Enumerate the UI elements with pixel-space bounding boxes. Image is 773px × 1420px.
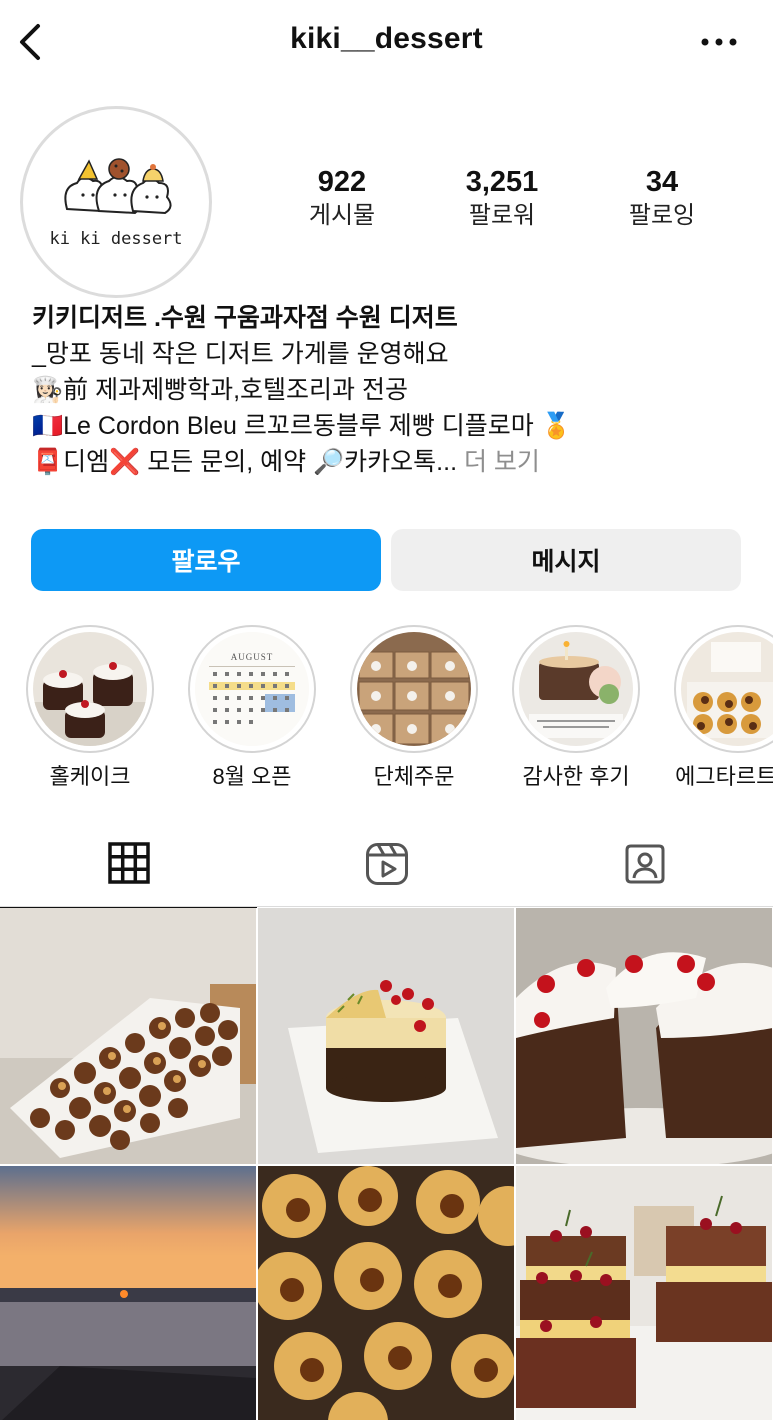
grid-post[interactable] — [0, 1166, 256, 1420]
bio-line-4-dm: 디엠 — [63, 448, 110, 476]
highlight-august-open[interactable]: AUGUST 8월 오픈 — [187, 625, 317, 791]
username-title: kiki__dessert — [290, 22, 483, 55]
highlight-label: 8월 오픈 — [212, 764, 292, 789]
post-image — [0, 1166, 256, 1420]
post-image — [516, 908, 772, 1164]
highlight-egg-tart[interactable]: 에그타르트 ... — [673, 625, 773, 791]
highlight-image — [357, 632, 471, 746]
bio-line-2-text: 前 제과제빵학과,호텔조리과 전공 — [63, 376, 408, 404]
following-count-value: 34 — [645, 166, 679, 198]
post-image — [258, 1166, 514, 1420]
posts-count-value: 922 — [317, 166, 367, 198]
highlight-whole-cake[interactable]: 홀케이크 — [25, 625, 155, 791]
more-options-button[interactable] — [699, 24, 739, 60]
grid-post[interactable] — [258, 1166, 514, 1420]
avatar: ki ki dessert — [31, 117, 201, 287]
magnifier-emoji-icon: 🔎 — [313, 448, 345, 476]
grid-post[interactable] — [258, 908, 514, 1164]
tab-posts-grid[interactable] — [0, 820, 257, 908]
dessert-logo-icon — [64, 158, 172, 215]
bio-more-link[interactable]: 더 보기 — [457, 448, 540, 476]
profile-avatar-ring[interactable]: ki ki dessert — [20, 106, 212, 298]
highlight-ring — [26, 625, 154, 753]
post-image — [516, 1166, 772, 1420]
tagged-person-icon — [625, 844, 664, 884]
bio-line-4-text: 모든 문의, 예약 — [140, 448, 314, 476]
story-highlights: 홀케이크 AUGUST 8월 오픈 단체주문 감사한 후기 에그타르트 — [0, 625, 773, 795]
highlight-image — [681, 632, 773, 746]
grid-icon — [107, 842, 150, 884]
bio-line-4: 📮디엠❌ 모든 문의, 예약 🔎카카오톡... 더 보기 — [32, 444, 752, 480]
reels-icon — [365, 843, 408, 885]
message-button[interactable]: 메시지 — [391, 529, 741, 591]
highlight-ring — [512, 625, 640, 753]
posts-count-label: 게시물 — [308, 202, 376, 229]
top-bar: kiki__dessert — [0, 0, 773, 84]
bio-line-3: 🇫🇷Le Cordon Bleu 르꼬르동블루 제빵 디플로마 🏅 — [32, 408, 752, 444]
highlight-image — [33, 632, 147, 746]
profile-tabs — [0, 820, 773, 908]
highlight-ring: AUGUST — [188, 625, 316, 753]
followers-count[interactable]: 3,251 팔로워 — [422, 164, 582, 244]
posts-count[interactable]: 922 게시물 — [262, 164, 422, 244]
highlight-ring — [350, 625, 478, 753]
chef-emoji-icon: 👩🏻‍🍳 — [32, 376, 64, 404]
medal-icon: 🏅 — [540, 412, 572, 440]
more-horizontal-icon — [701, 38, 737, 46]
follow-button[interactable]: 팔로우 — [31, 529, 381, 591]
profile-stats: 922 게시물 3,251 팔로워 34 팔로잉 — [262, 164, 742, 244]
highlight-image: AUGUST — [195, 632, 309, 746]
highlight-label: 에그타르트 ... — [675, 764, 773, 789]
highlight-label: 홀케이크 — [49, 764, 131, 789]
cross-mark-icon: ❌ — [109, 448, 141, 476]
highlight-ring — [674, 625, 773, 753]
grid-post[interactable] — [0, 908, 256, 1164]
profile-bio: 키키디저트 .수원 구움과자점 수원 디저트 _망포 동네 작은 디저트 가게를… — [32, 300, 752, 480]
following-count[interactable]: 34 팔로잉 — [582, 164, 742, 244]
posts-grid — [0, 908, 773, 1420]
tab-reels[interactable] — [258, 820, 515, 908]
highlight-label: 단체주문 — [373, 764, 455, 789]
bio-line-1: _망포 동네 작은 디저트 가게를 운영해요 — [32, 340, 449, 368]
highlight-label: 감사한 후기 — [522, 764, 630, 789]
post-image — [258, 908, 514, 1164]
profile-display-name: 키키디저트 .수원 구움과자점 수원 디저트 — [32, 304, 458, 332]
bio-line-2: 👩🏻‍🍳前 제과제빵학과,호텔조리과 전공 — [32, 372, 752, 408]
highlight-image — [519, 632, 633, 746]
bio-line-4-kakao: 카카오톡... — [344, 448, 458, 476]
calendar-month-text: AUGUST — [230, 652, 274, 662]
following-count-label: 팔로잉 — [628, 202, 696, 229]
tab-tagged[interactable] — [516, 820, 773, 908]
postbox-emoji-icon: 📮 — [32, 448, 64, 476]
followers-count-value: 3,251 — [465, 166, 539, 198]
followers-count-label: 팔로워 — [468, 202, 536, 229]
highlight-group-order[interactable]: 단체주문 — [349, 625, 479, 791]
post-image — [0, 908, 256, 1164]
tabs-divider — [0, 906, 773, 907]
avatar-logo-text: ki ki dessert — [49, 229, 183, 249]
france-flag-icon: 🇫🇷 — [32, 412, 64, 440]
highlight-reviews[interactable]: 감사한 후기 — [511, 625, 641, 791]
grid-post[interactable] — [516, 908, 772, 1164]
grid-post[interactable] — [516, 1166, 772, 1420]
bio-line-3-text: Le Cordon Bleu 르꼬르동블루 제빵 디플로마 — [63, 412, 534, 440]
